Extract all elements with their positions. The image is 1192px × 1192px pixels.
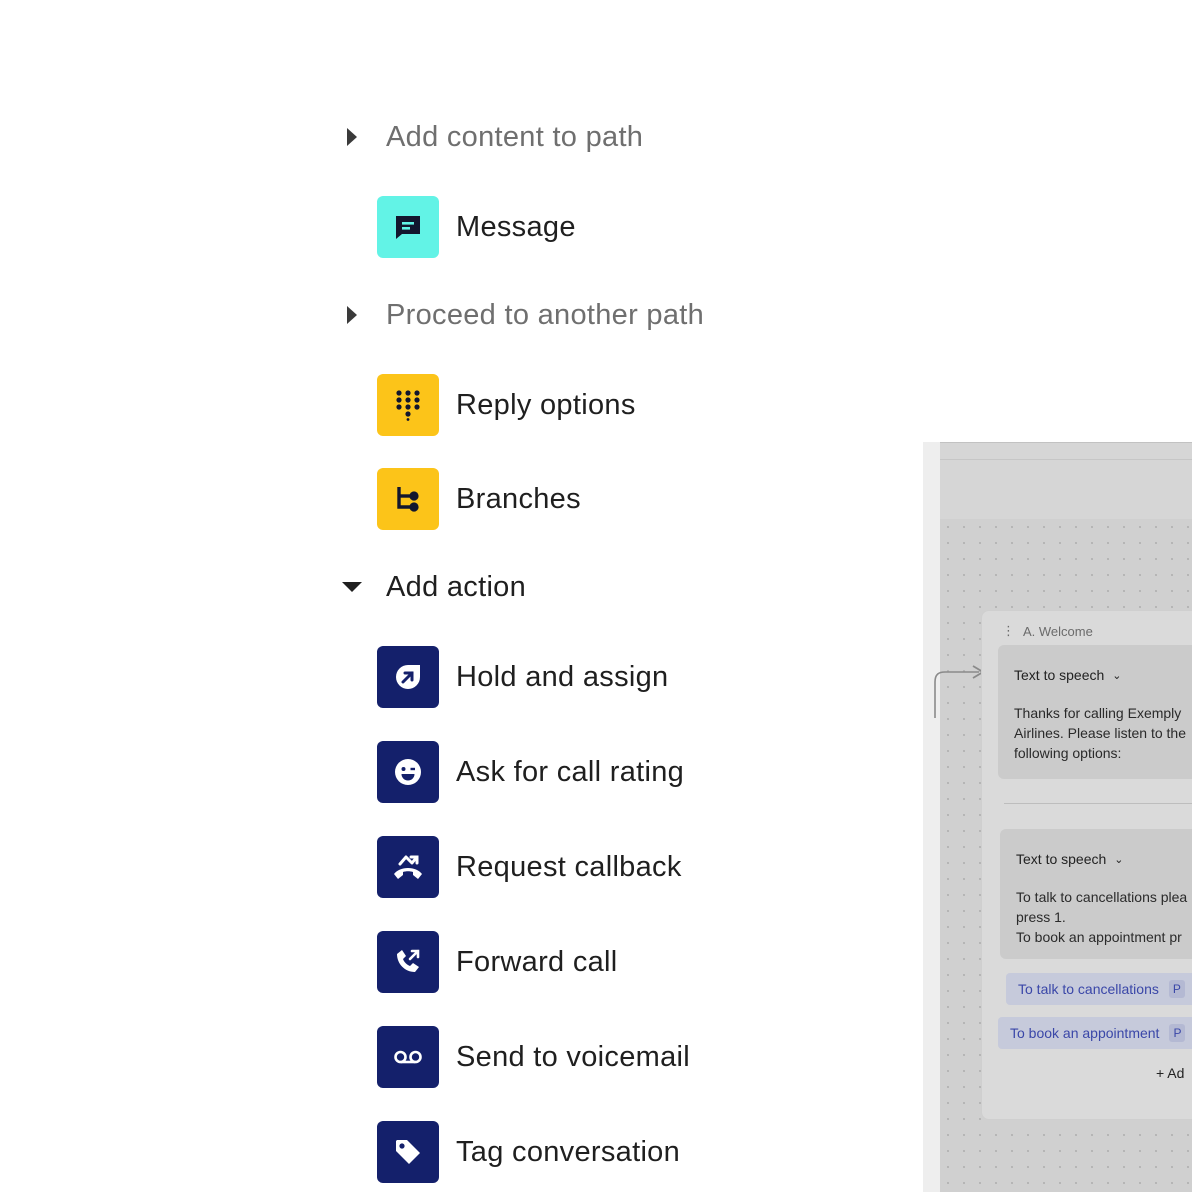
reply-option[interactable]: To talk to cancellations P (1006, 973, 1192, 1005)
rating-smile-icon (377, 741, 439, 803)
menu-item-branches[interactable]: Branches (377, 468, 581, 530)
flow-canvas-preview: ⋮ A. Welcome Text to speech ⌄ Thanks for… (923, 442, 1192, 1192)
dialpad-icon (377, 374, 439, 436)
section-label: Add action (386, 570, 527, 603)
add-option-button[interactable]: + Ad (1156, 1065, 1184, 1081)
tts-title-text: Text to speech (1014, 667, 1105, 683)
menu-item-hold-assign[interactable]: Hold and assign (377, 646, 668, 708)
reply-option-key: P (1168, 980, 1185, 998)
menu-item-label: Hold and assign (456, 660, 669, 693)
menu-item-reply-options[interactable]: Reply options (377, 374, 636, 436)
menu-item-label: Request callback (456, 850, 682, 883)
menu-item-label: Reply options (456, 388, 636, 421)
chevron-down-icon: ⌄ (1114, 853, 1124, 866)
menu-item-call-rating[interactable]: Ask for call rating (377, 741, 684, 803)
menu-item-forward-call[interactable]: Forward call (377, 931, 618, 993)
voicemail-icon (377, 1026, 439, 1088)
canvas-gutter (923, 442, 940, 1192)
section-label: Proceed to another path (386, 298, 705, 331)
menu-item-request-callback[interactable]: Request callback (377, 836, 682, 898)
menu-item-label: Forward call (456, 945, 618, 978)
caret-right-icon (340, 125, 364, 149)
menu-item-message[interactable]: Message (377, 196, 576, 258)
reply-option-key: P (1169, 1024, 1186, 1042)
node-title: A. Welcome (1023, 623, 1093, 639)
section-add-content[interactable]: Add content to path (340, 115, 643, 159)
tts-card-title[interactable]: Text to speech ⌄ (1016, 851, 1124, 867)
menu-item-label: Tag conversation (456, 1135, 681, 1168)
branches-icon (377, 468, 439, 530)
section-add-action[interactable]: Add action (340, 565, 526, 609)
callback-icon (377, 836, 439, 898)
node-header: ⋮ A. Welcome (1002, 623, 1093, 639)
tts-card-title[interactable]: Text to speech ⌄ (1014, 667, 1122, 683)
flow-node-welcome[interactable]: ⋮ A. Welcome Text to speech ⌄ Thanks for… (981, 610, 1192, 1120)
drag-handle-icon[interactable]: ⋮ (1002, 623, 1015, 639)
tag-icon (377, 1121, 439, 1183)
chevron-down-icon: ⌄ (1112, 669, 1122, 682)
menu-item-voicemail[interactable]: Send to voicemail (377, 1026, 690, 1088)
add-step-menu: Add content to path Message Proceed to a… (0, 0, 920, 1192)
section-label: Add content to path (386, 120, 644, 153)
canvas-toolbar (940, 442, 1192, 520)
reply-option[interactable]: To book an appointment P (998, 1017, 1192, 1049)
reply-option-label: To talk to cancellations (1018, 981, 1159, 997)
forward-call-icon (377, 931, 439, 993)
menu-item-label: Message (456, 210, 576, 243)
reply-option-label: To book an appointment (1010, 1025, 1160, 1041)
menu-item-label: Branches (456, 482, 581, 515)
section-proceed-path[interactable]: Proceed to another path (340, 293, 704, 337)
message-icon (377, 196, 439, 258)
tts-card-body: Thanks for calling Exemply Airlines. Ple… (1014, 705, 1186, 761)
node-divider (1004, 803, 1192, 804)
tts-card-body: To talk to cancellations plea press 1. T… (1016, 889, 1188, 945)
menu-item-label: Send to voicemail (456, 1040, 690, 1073)
hold-assign-icon (377, 646, 439, 708)
tts-card[interactable]: Text to speech ⌄ Thanks for calling Exem… (998, 645, 1192, 779)
caret-down-icon (340, 575, 364, 599)
tts-card[interactable]: Text to speech ⌄ To talk to cancellation… (1000, 829, 1192, 959)
menu-item-tag-conversation[interactable]: Tag conversation (377, 1121, 680, 1183)
tts-title-text: Text to speech (1016, 851, 1107, 867)
caret-right-icon (340, 303, 364, 327)
menu-item-label: Ask for call rating (456, 755, 685, 788)
